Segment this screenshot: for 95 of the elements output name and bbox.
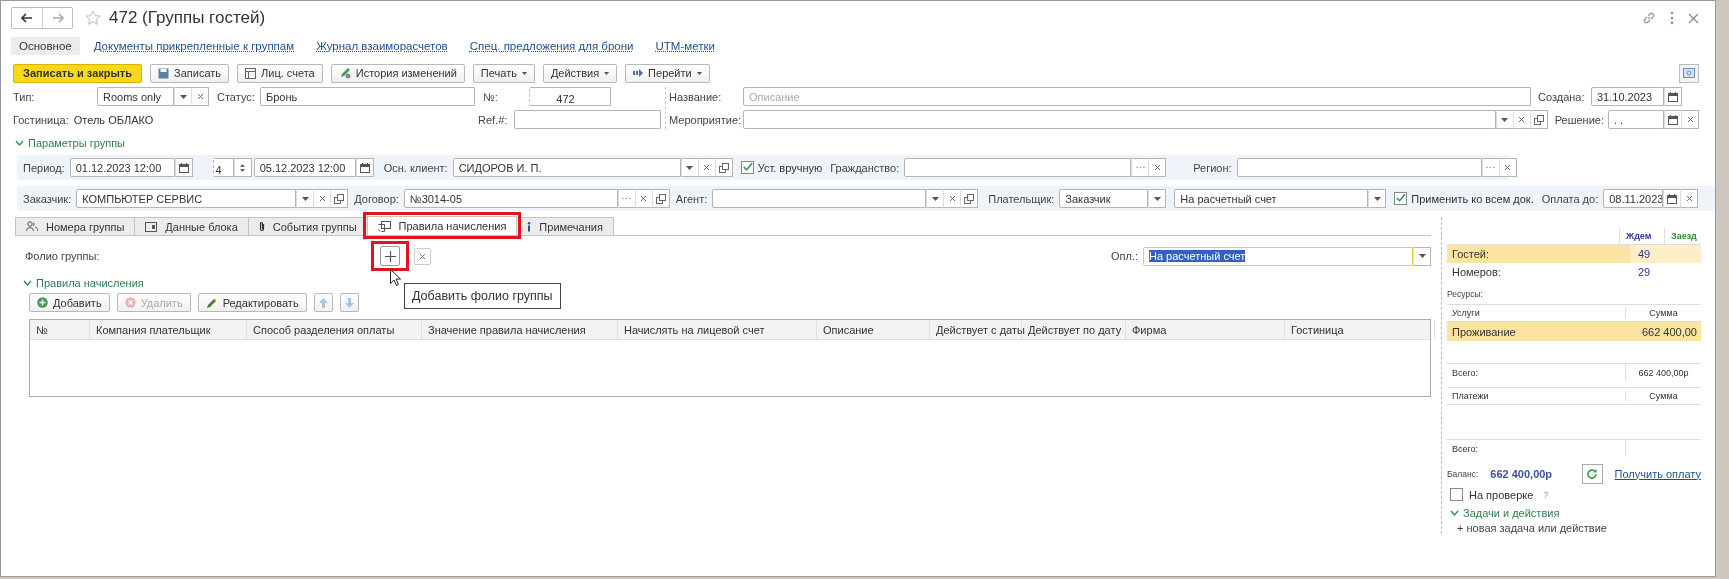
column-header[interactable]: Гостиница (1285, 320, 1435, 339)
summary-row[interactable]: Гостей: 49 (1447, 245, 1701, 263)
row-value: 49 (1638, 248, 1651, 260)
field-label: Период: (23, 161, 65, 174)
input-field[interactable]: Заказчик (1059, 189, 1149, 208)
input-field[interactable]: . . (1608, 110, 1664, 129)
row-label: Гостей: (1451, 248, 1491, 260)
field-label: Оплата до: (1541, 192, 1599, 205)
field-label: Гражданство: (830, 161, 900, 174)
column-header: Ждем (1619, 227, 1664, 244)
field-label: Статус: (217, 90, 256, 103)
field-label: Название: (669, 90, 723, 103)
field-label: Гостиница: (13, 113, 69, 126)
balance-label: Баланс: (1447, 468, 1479, 479)
column-header[interactable]: Компания плательщик (90, 320, 247, 339)
new-task-link[interactable]: + новая задача или действие (1447, 520, 1701, 534)
column-header: Сумма (1625, 391, 1701, 401)
hotel-value: Отель ОБЛАКО (73, 113, 154, 126)
field-label: Создана: (1538, 90, 1586, 103)
field-label: Ref.#: (478, 113, 509, 126)
section-tab[interactable]: Основное (11, 37, 80, 55)
section-label: Ресурсы: (1447, 288, 1484, 301)
checkbox-label: На проверке (1469, 488, 1534, 501)
input-field[interactable]: 472 (529, 87, 611, 106)
section-link[interactable]: UTM-метки (647, 37, 723, 55)
edit-button[interactable]: Редактировать (197, 293, 307, 312)
field-label: Плательщик: (988, 192, 1055, 205)
column-header[interactable]: Фирма (1126, 320, 1285, 339)
field-label: Заказчик: (23, 192, 72, 205)
input-field[interactable]: №3014-05 (403, 189, 618, 208)
column-header[interactable]: Начислять на лицевой счет (618, 320, 817, 339)
column-header: Услуги (1451, 308, 1481, 318)
column-header: Заезд (1664, 227, 1701, 244)
column-header: Платежи (1451, 391, 1490, 401)
column-header: Сумма (1625, 308, 1701, 318)
column-header[interactable]: Действует по дату (1022, 320, 1126, 339)
section-toggle[interactable]: Правила начисления (15, 267, 144, 290)
goto-button[interactable]: Перейти (625, 63, 710, 83)
section-link[interactable]: Спец. предложения для брони (461, 37, 642, 55)
field-label: Осн. клиент: (383, 161, 448, 174)
input-field[interactable]: 31.10.2023 (1591, 87, 1664, 106)
total-label: Всего: (1451, 443, 1480, 454)
balance-value: 662 400,00р (1490, 467, 1553, 480)
tooltip: Добавить фолио группы (404, 283, 561, 309)
field-label: Опл.: (1110, 250, 1138, 262)
field-label: Фолио группы: (25, 250, 101, 262)
total-label: Всего: (1451, 367, 1480, 378)
field-label: Решение: (1554, 113, 1604, 126)
checkbox-label: Применить ко всем док. (1411, 192, 1534, 205)
input-field[interactable]: 08.11.2023 (1603, 189, 1664, 208)
table-cell-text: 662 400,00 (1640, 325, 1698, 338)
section-toggle[interactable]: Задачи и действия (1447, 501, 1560, 520)
checkbox-label: Уст. вручную (757, 161, 823, 174)
history-button[interactable]: История изменений (330, 63, 465, 83)
field-label: Мероприятие: (669, 113, 743, 126)
field-label: Договор: (354, 192, 399, 205)
input-field[interactable]: Rooms only (97, 87, 174, 106)
input-field[interactable]: СИДОРОВ И. П. (452, 158, 681, 177)
field-label: Регион: (1193, 161, 1232, 174)
field-label: №: (483, 90, 499, 103)
tab[interactable]: Примечания (516, 217, 614, 235)
row-value: 29 (1638, 266, 1651, 278)
save-close-button[interactable]: Записать и закрыть (13, 63, 143, 83)
input-field[interactable]: На расчетный счет (1143, 246, 1413, 266)
section-toggle[interactable]: Параметры группы (1, 129, 126, 150)
column-header[interactable]: Значение правила начисления (422, 320, 618, 339)
column-header[interactable]: Действует с даты (930, 320, 1022, 339)
input-field[interactable]: 01.12.2023 12:00 (69, 158, 175, 177)
section-link[interactable]: Документы прикрепленные к группам (85, 37, 303, 55)
get-payment-link[interactable]: Получить оплату (1614, 467, 1701, 480)
tab[interactable]: Данные блока (134, 217, 249, 235)
input-field[interactable]: 05.12.2023 12:00 (253, 158, 356, 177)
save-button[interactable]: Записать (150, 63, 230, 83)
row-label: Номеров: (1451, 266, 1502, 278)
column-header[interactable]: Описание (817, 320, 930, 339)
tab[interactable]: Номера группы (15, 217, 136, 235)
service-row[interactable]: Проживание 662 400,00 (1447, 322, 1701, 341)
input-field[interactable]: Бронь (260, 87, 475, 106)
menu-button[interactable]: Печать (472, 63, 535, 83)
window-title: 472 (Группы гостей) (109, 8, 266, 28)
section-link[interactable]: Журнал взаиморасчетов (308, 37, 456, 55)
field-label: Агент: (675, 192, 708, 205)
summary-row[interactable]: Номеров: 29 (1447, 263, 1701, 281)
table-cell-text: Проживание (1451, 325, 1517, 338)
column-header[interactable]: Способ разделения оплаты (247, 320, 422, 339)
total-value: 662 400,00р (1625, 364, 1701, 381)
input-field[interactable]: КОМПЬЮТЕР СЕРВИС (76, 189, 297, 208)
field-label: Тип: (13, 90, 36, 103)
add-button[interactable]: Добавить (29, 293, 110, 312)
column-header[interactable]: № (30, 320, 90, 339)
accounts-button[interactable]: Лиц. счета (237, 63, 323, 83)
input-field[interactable]: На расчетный счет (1174, 189, 1369, 208)
menu-button[interactable]: Действия (542, 63, 618, 83)
tab[interactable]: События группы (247, 217, 368, 235)
input-field[interactable]: 4 (212, 158, 234, 177)
